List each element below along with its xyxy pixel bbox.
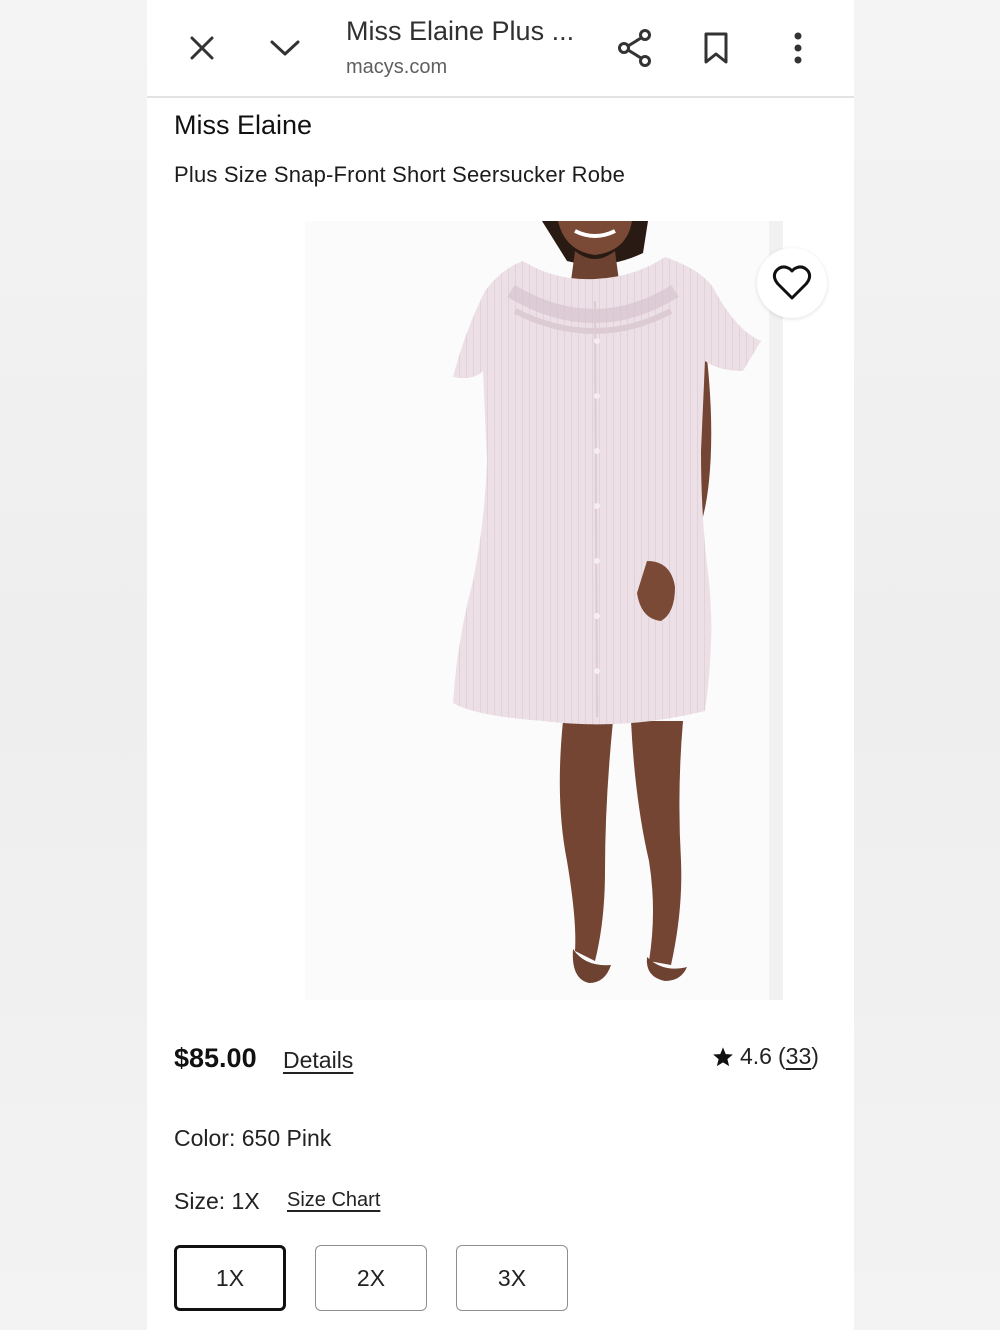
review-close-paren: ) (811, 1043, 819, 1069)
size-option-3x[interactable]: 3X (456, 1245, 568, 1311)
bookmark-icon[interactable] (692, 24, 740, 72)
more-vert-icon[interactable] (774, 24, 822, 72)
review-open-paren: ( (777, 1043, 786, 1069)
product-image[interactable] (305, 221, 769, 1000)
left-backdrop (0, 0, 147, 1330)
color-label: Color: 650 Pink (174, 1125, 332, 1151)
size-chart-link[interactable]: Size Chart (287, 1189, 380, 1212)
brand-name[interactable]: Miss Elaine (174, 110, 312, 141)
browser-top-bar: Miss Elaine Plus ... macys.com (147, 0, 854, 98)
close-icon[interactable] (178, 24, 226, 72)
phone-screen: Miss Elaine Plus ... macys.com Miss Elai… (147, 0, 854, 1330)
share-icon[interactable] (611, 24, 659, 72)
right-backdrop (854, 0, 1000, 1330)
review-count[interactable]: 33 (786, 1043, 812, 1069)
size-option-2x[interactable]: 2X (315, 1245, 427, 1311)
size-option-1x[interactable]: 1X (174, 1245, 286, 1311)
product-price: $85.00 (174, 1043, 257, 1073)
rating-summary[interactable]: 4.6 (33) (712, 1043, 819, 1070)
product-title: Plus Size Snap-Front Short Seersucker Ro… (174, 162, 626, 187)
star-icon (713, 1046, 733, 1066)
rating-value: 4.6 (740, 1043, 772, 1069)
heart-icon (772, 265, 812, 300)
chevron-down-icon[interactable] (261, 24, 309, 72)
favorite-button[interactable] (757, 248, 827, 318)
size-label: Size: 1X (174, 1188, 260, 1214)
image-carousel-edge (769, 221, 783, 1000)
page-url: macys.com (346, 56, 448, 78)
page-title: Miss Elaine Plus ... (346, 16, 575, 46)
details-link[interactable]: Details (283, 1047, 353, 1074)
robe-photo (305, 221, 769, 1000)
review-count-wrapper[interactable]: (33) (778, 1043, 819, 1070)
